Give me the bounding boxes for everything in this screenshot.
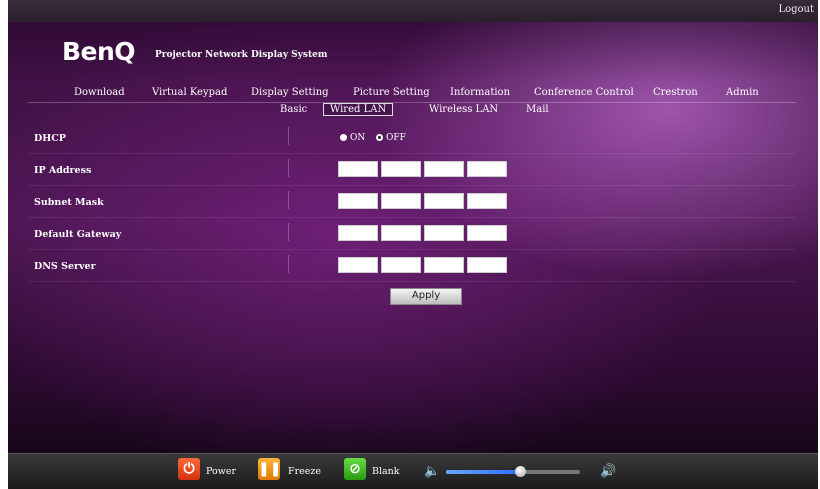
system-title: Projector Network Display System [155,50,328,60]
dhcp-off-label: OFF [386,133,406,143]
row-divider [288,127,289,145]
tab-mail[interactable]: Mail [526,104,549,115]
row-divider [288,223,289,241]
subnet-octet-3[interactable] [424,193,464,209]
nav-picture-setting[interactable]: Picture Setting [353,87,430,98]
freeze-button[interactable]: ❚❚ [258,458,282,480]
nav-display-setting[interactable]: Display Setting [251,87,329,98]
nav-conference-control[interactable]: Conference Control [534,87,634,98]
ip-octet-4[interactable] [467,161,507,177]
gateway-octet-3[interactable] [424,225,464,241]
ip-octet-1[interactable] [338,161,378,177]
blank-screen-icon: ⊘ [349,461,361,477]
nav-admin[interactable]: Admin [726,87,759,98]
nav-virtual-keypad[interactable]: Virtual Keypad [152,87,227,98]
dhcp-on-label: ON [350,133,366,143]
dns-server-row: DNS Server [28,249,796,282]
dhcp-row: DHCP ON OFF [28,121,796,154]
volume-fill [446,470,520,474]
power-button[interactable]: ⏻ [178,458,200,480]
dhcp-off-radio[interactable]: OFF [376,133,406,143]
logout-link[interactable]: Logout [778,4,814,15]
volume-slider[interactable] [446,466,580,477]
blank-label: Blank [372,466,400,477]
dns-octet-2[interactable] [381,257,421,273]
top-bar: Logout [8,0,818,22]
ip-address-row: IP Address [28,153,796,186]
radio-icon [340,134,347,141]
freeze-label: Freeze [288,466,322,477]
ip-octet-3[interactable] [424,161,464,177]
benq-logo: BenQ [62,37,136,66]
subnet-mask-row: Subnet Mask [28,185,796,218]
radio-selected-icon [376,134,383,141]
tab-wireless-lan[interactable]: Wireless LAN [429,104,498,115]
subnet-octet-1[interactable] [338,193,378,209]
gateway-octet-2[interactable] [381,225,421,241]
app-window: Logout BenQ Projector Network Display Sy… [8,0,818,489]
power-icon: ⏻ [183,461,195,477]
subnet-octet-2[interactable] [381,193,421,209]
default-gateway-row: Default Gateway [28,217,796,250]
main-nav: Download Virtual Keypad Display Setting … [28,86,796,103]
dns-server-label: DNS Server [34,261,96,272]
power-label: Power [206,466,237,477]
volume-knob[interactable] [514,466,526,477]
nav-crestron[interactable]: Crestron [653,87,698,98]
volume-high-icon[interactable]: 🔊 [600,464,616,479]
dhcp-label: DHCP [34,133,66,144]
ip-address-label: IP Address [34,165,92,176]
volume-low-icon[interactable]: 🔈 [424,464,440,479]
subnet-mask-label: Subnet Mask [34,197,104,208]
row-divider [288,159,289,177]
apply-button[interactable]: Apply [390,288,462,305]
nav-download[interactable]: Download [74,87,125,98]
row-divider [288,191,289,209]
tab-wired-lan[interactable]: Wired LAN [323,103,394,116]
dns-octet-4[interactable] [467,257,507,273]
dhcp-on-radio[interactable]: ON [340,133,365,143]
default-gateway-label: Default Gateway [34,229,122,240]
control-footer: ⏻ Power ❚❚ Freeze ⊘ Blank 🔈 🔊 [8,453,818,489]
gateway-octet-4[interactable] [467,225,507,241]
tab-basic[interactable]: Basic [280,104,307,115]
subnet-octet-4[interactable] [467,193,507,209]
dns-octet-1[interactable] [338,257,378,273]
blank-button[interactable]: ⊘ [344,458,366,480]
nav-information[interactable]: Information [450,87,510,98]
sub-nav: Basic Wired LAN Wireless LAN Mail [8,103,818,119]
gateway-octet-1[interactable] [338,225,378,241]
dns-octet-3[interactable] [424,257,464,273]
ip-octet-2[interactable] [381,161,421,177]
pause-icon: ❚❚ [258,461,282,477]
row-divider [288,255,289,273]
